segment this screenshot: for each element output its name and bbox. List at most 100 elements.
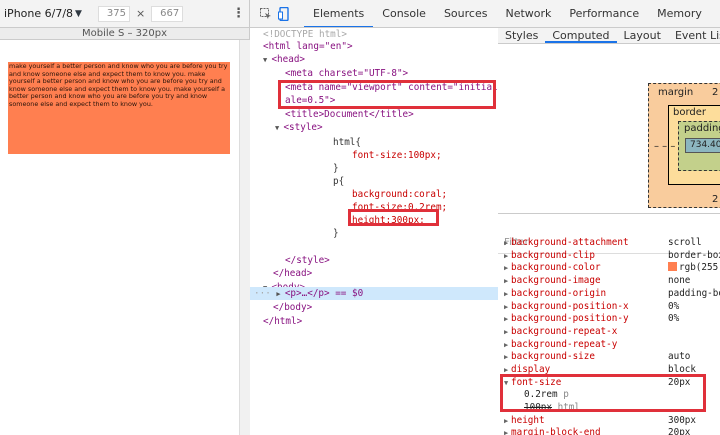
viewport-resize-handle[interactable] (240, 40, 250, 435)
collapsed-triangle-icon[interactable]: ▶ (504, 351, 508, 364)
computed-property-background-origin[interactable]: ▶background-origin padding-box (498, 288, 720, 301)
collapsed-triangle-icon[interactable]: ▶ (504, 288, 508, 301)
collapsed-triangle-icon[interactable]: ▶ (276, 290, 284, 298)
css-p-selector: p{ (333, 176, 345, 187)
html-close-tag[interactable]: </html> (263, 315, 302, 328)
tab-memory[interactable]: Memory (648, 0, 711, 27)
property-value: border-box (668, 249, 720, 261)
property-value: none (668, 275, 691, 287)
collapsed-triangle-icon[interactable]: ▶ (504, 262, 508, 275)
device-height-input[interactable]: 667 (151, 5, 184, 22)
device-emulation-pane: iPhone 6/7/8 ▼ 375 × 667 ⋮ Mobile S – 32… (0, 0, 250, 435)
collapsed-triangle-icon[interactable]: ▶ (504, 415, 508, 428)
media-query-bar[interactable]: Mobile S – 320px (0, 28, 249, 40)
property-value: 0% (668, 300, 680, 312)
page-paragraph: make yourself a better person and know w… (8, 62, 230, 154)
title-node[interactable]: <title>Document</title> (285, 108, 414, 121)
tab-console[interactable]: Console (373, 0, 435, 27)
computed-property-margin-block-end[interactable]: ▶ margin-block-end 20px (498, 427, 720, 435)
collapsed-triangle-icon[interactable]: ▶ (504, 275, 508, 288)
property-name: background-size (511, 351, 595, 363)
highlight-box-height (348, 209, 439, 226)
elements-dom-tree: <!DOCTYPE html> <html lang="en"> ▼ <head… (250, 28, 515, 435)
highlight-box-meta-viewport (278, 80, 496, 109)
property-name: background-origin (511, 287, 607, 299)
computed-property-background-repeat-y[interactable]: ▶ background-repeat-y (498, 339, 720, 352)
css-brace: } (333, 228, 339, 239)
tab-sources[interactable]: Sources (435, 0, 497, 27)
meta-charset-node[interactable]: <meta charset="UTF-8"> (285, 67, 408, 80)
p-node-text: <p>…</p> == $0 (284, 288, 364, 299)
collapsed-triangle-icon[interactable]: ▶ (504, 339, 508, 352)
collapsed-triangle-icon[interactable]: ▶ (504, 250, 508, 263)
computed-property-background-size[interactable]: ▶ background-size auto (498, 351, 720, 364)
style-node[interactable]: ▼ <style> (275, 121, 323, 134)
collapsed-triangle-icon[interactable]: ▶ (504, 427, 508, 435)
property-name: background-clip (511, 249, 595, 261)
p-node-selected[interactable]: ··· ▶ <p>…</p> == $0 (254, 287, 363, 300)
devtools-tabbar: Elements Console Sources Network Perform… (250, 0, 720, 28)
property-name: height (511, 414, 545, 426)
collapsed-triangle-icon[interactable]: ▶ (504, 237, 508, 250)
tab-application[interactable]: Application (711, 0, 720, 27)
computed-property-background-position-y[interactable]: ▶ background-position-y 0% (498, 313, 720, 326)
collapsed-triangle-icon[interactable]: ▶ (504, 326, 508, 339)
property-name: background-color (511, 262, 601, 274)
emulated-viewport: make yourself a better person and know w… (0, 40, 240, 435)
more-options-icon[interactable]: ⋮ (232, 6, 245, 21)
row-menu-icon[interactable]: ··· (254, 288, 276, 299)
property-name: background-attachment (511, 237, 629, 248)
style-close-tag[interactable]: </style> (285, 254, 330, 267)
property-name: background-position-x (511, 300, 629, 312)
style-open-tag: <style> (283, 122, 323, 133)
css-html-selector: html{ (333, 137, 361, 148)
computed-property-background-position-x[interactable]: ▶ background-position-x 0% (498, 301, 720, 314)
highlight-box-font-size (500, 373, 706, 412)
devtools-window: iPhone 6/7/8 ▼ 375 × 667 ⋮ Mobile S – 32… (0, 0, 720, 435)
tab-computed[interactable]: Computed (545, 28, 617, 43)
computed-property-background-image[interactable]: ▶ background-image none (498, 275, 720, 288)
media-query-label: Mobile S – 320px (81, 28, 168, 39)
property-name: background-repeat-y (511, 338, 618, 350)
css-brace: } (333, 163, 339, 174)
computed-property-background-attachment[interactable]: ▶ background-attachment scroll (498, 237, 720, 250)
property-name: background-position-y (511, 313, 629, 325)
device-select[interactable]: iPhone 6/7/8 (4, 7, 73, 20)
inspect-element-icon[interactable] (260, 7, 272, 21)
color-swatch[interactable] (668, 262, 677, 272)
box-content[interactable]: 734.40 (685, 138, 720, 153)
tab-performance[interactable]: Performance (560, 0, 648, 27)
body-close-tag[interactable]: </body> (273, 301, 312, 314)
styles-pane: Styles Computed Layout Event Listeners 7… (498, 28, 720, 435)
tab-styles[interactable]: Styles (498, 28, 545, 43)
margin-bottom-value: 2 (712, 194, 719, 205)
padding-label: padding (684, 123, 720, 134)
html-node[interactable]: <html lang="en"> (263, 40, 353, 53)
head-open-tag: <head> (271, 54, 306, 65)
property-name: background-image (511, 275, 601, 287)
margin-top-value: 2 (712, 87, 719, 98)
css-p-background: background:coral; (352, 189, 448, 200)
collapsed-triangle-icon[interactable]: ▶ (504, 313, 508, 326)
tab-layout[interactable]: Layout (617, 28, 668, 43)
computed-property-background-repeat-x[interactable]: ▶ background-repeat-x (498, 326, 720, 339)
tab-event-listeners[interactable]: Event Listeners (668, 28, 720, 43)
device-width-input[interactable]: 375 (97, 5, 130, 22)
chevron-down-icon[interactable]: ▼ (75, 9, 82, 19)
border-label: border (673, 107, 707, 118)
computed-property-height[interactable]: ▶ height 300px (498, 415, 720, 428)
dimension-separator: × (135, 7, 146, 20)
margin-label: margin (658, 87, 694, 98)
collapsed-triangle-icon[interactable]: ▶ (504, 301, 508, 314)
computed-property-background-clip[interactable]: ▶ background-clip border-box (498, 250, 720, 263)
tab-elements[interactable]: Elements (304, 0, 374, 27)
property-value: 20px (668, 427, 691, 435)
device-toggle-icon[interactable] (278, 6, 290, 21)
computed-property-background-color[interactable]: ▶background-color rgb(255, 127, 80) (498, 262, 720, 275)
property-value: padding-box (668, 287, 720, 299)
property-value-text: rgb(255, 127, 80) (679, 262, 720, 274)
head-node[interactable]: ▼ <head> (263, 53, 305, 66)
tab-network[interactable]: Network (496, 0, 560, 27)
head-close-tag[interactable]: </head> (273, 267, 312, 280)
property-name: background-repeat-x (511, 325, 618, 337)
